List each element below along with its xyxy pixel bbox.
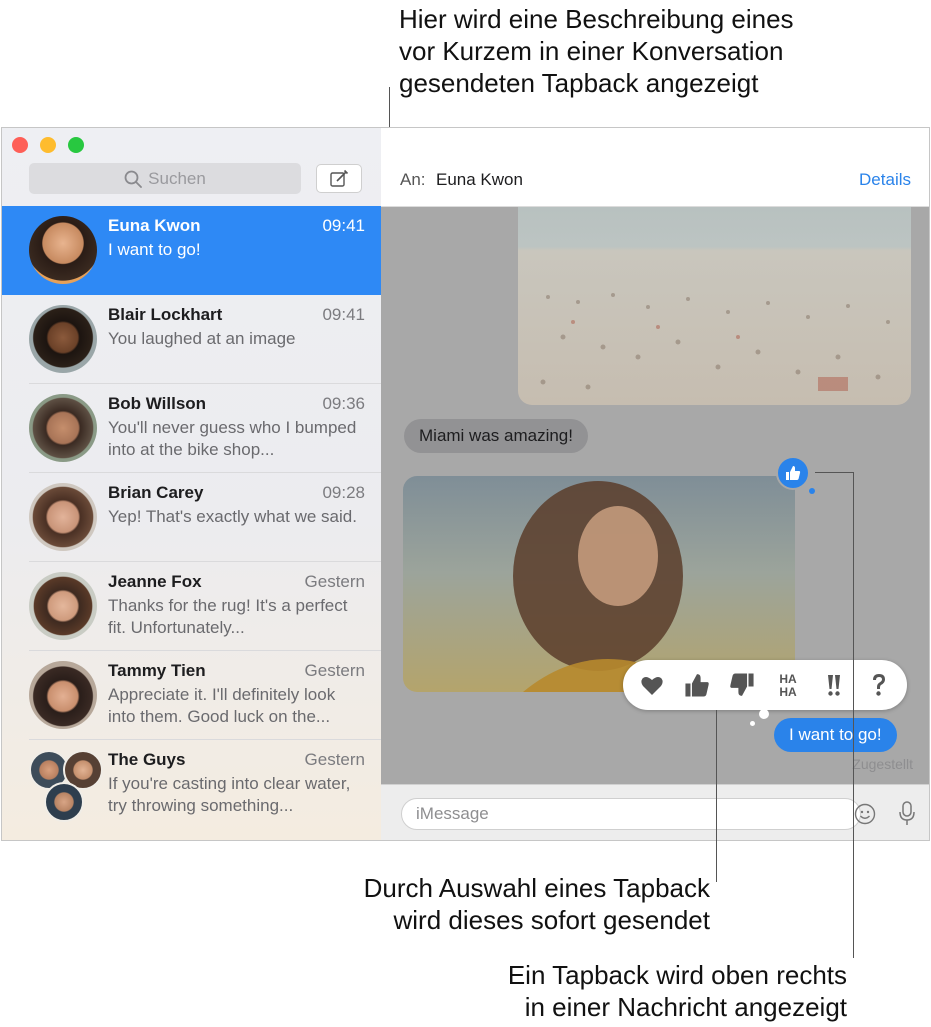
conversation-preview: Appreciate it. I'll definitely look into…	[108, 685, 336, 726]
exclamation-icon	[828, 675, 840, 696]
dictation-button[interactable]	[897, 801, 917, 827]
conversation-name: Tammy Tien	[108, 661, 206, 680]
message-input[interactable]: iMessage	[401, 798, 861, 830]
compose-icon	[330, 169, 349, 187]
avatar	[29, 661, 97, 729]
tapback-picker-tail	[759, 709, 769, 719]
delivery-status: Zugestellt	[852, 756, 913, 772]
conversation-name: Blair Lockhart	[108, 305, 223, 324]
conversation-preview: Thanks for the rug! It's a perfect fit. …	[108, 596, 348, 637]
group-avatar	[29, 750, 103, 822]
sidebar: Suchen Euna Kwon 09:41 I want to go! Bla…	[2, 128, 382, 840]
composer-bar: iMessage	[381, 784, 929, 840]
search-field[interactable]: Suchen	[29, 163, 301, 194]
conversation-row[interactable]: The Guys Gestern If you're casting into …	[2, 740, 381, 829]
chat-header: An: Euna Kwon Details	[381, 128, 929, 207]
avatar	[29, 216, 97, 284]
conversation-row[interactable]: Bob Willson 09:36 You'll never guess who…	[2, 384, 381, 473]
avatar	[29, 394, 97, 462]
conversation-row[interactable]: Tammy Tien Gestern Appreciate it. I'll d…	[2, 651, 381, 740]
conversation-preview: Yep! That's exactly what we said.	[108, 507, 357, 526]
tapback-badge-tail	[809, 488, 815, 494]
conversation-row[interactable]: Euna Kwon 09:41 I want to go!	[2, 206, 381, 295]
recipient-name[interactable]: Euna Kwon	[436, 170, 523, 190]
haha-icon: HA HA	[779, 672, 797, 699]
callout-line-1: Ein Tapback wird oben rechts	[507, 960, 847, 990]
tapback-picker: HA HA	[623, 660, 907, 710]
svg-text:HA: HA	[779, 685, 797, 699]
tapback-haha[interactable]: HA HA	[773, 670, 803, 700]
to-label: An:	[400, 170, 426, 189]
tapback-emphasize[interactable]	[819, 670, 849, 700]
conversation-name: Jeanne Fox	[108, 572, 202, 591]
compose-button[interactable]	[316, 164, 362, 193]
conversation-preview: I want to go!	[108, 240, 201, 259]
conversation-time: 09:41	[322, 216, 365, 235]
tapback-thumbs-down[interactable]	[727, 670, 757, 700]
svg-text:HA: HA	[779, 672, 797, 686]
conversation-row[interactable]: Blair Lockhart 09:41 You laughed at an i…	[2, 295, 381, 384]
smiley-icon	[854, 803, 876, 825]
microphone-icon	[899, 801, 915, 825]
callout-line-1: Hier wird eine Beschreibung eines	[399, 4, 794, 34]
callout-recent-tapback: Hier wird eine Beschreibung eines vor Ku…	[399, 3, 794, 99]
search-placeholder: Suchen	[148, 168, 206, 188]
callout-line-2: wird dieses sofort gesendet	[393, 905, 710, 935]
emoji-button[interactable]	[854, 803, 876, 825]
tapback-question[interactable]	[864, 670, 894, 700]
tapback-thumbs-up[interactable]	[682, 670, 712, 700]
conversation-time: Gestern	[304, 661, 365, 680]
beach-photo-message[interactable]	[518, 207, 911, 405]
thumbs-up-icon	[685, 674, 709, 697]
conversation-row[interactable]: Jeanne Fox Gestern Thanks for the rug! I…	[2, 562, 381, 651]
zoom-window-button[interactable]	[68, 137, 84, 153]
avatar	[29, 572, 97, 640]
incoming-message-bubble[interactable]: Miami was amazing!	[404, 419, 588, 453]
callout-leader-bottom-v	[853, 472, 854, 958]
avatar	[29, 305, 97, 373]
callout-line-1: Durch Auswahl eines Tapback	[363, 873, 710, 903]
heart-icon	[641, 677, 663, 695]
conversation-name: Euna Kwon	[108, 216, 201, 235]
search-icon	[124, 170, 143, 188]
tapback-picker-tail-dot	[750, 721, 755, 726]
callout-line-2: vor Kurzem in einer Konversation	[399, 36, 784, 66]
callout-line-3: gesendeten Tapback angezeigt	[399, 68, 759, 98]
conversation-time: Gestern	[304, 572, 365, 591]
thumbs-up-icon	[786, 466, 801, 480]
conversation-time: 09:28	[322, 483, 365, 502]
close-window-button[interactable]	[12, 137, 28, 153]
question-icon	[873, 674, 885, 696]
message-transcript: Miami was amazing! HA HA I want to go! Z…	[381, 207, 929, 784]
tapback-thumbs-up-badge[interactable]	[776, 456, 810, 490]
beach-crowd-image	[540, 293, 890, 391]
conversation-time: Gestern	[304, 750, 365, 769]
conversation-time: 09:41	[322, 305, 365, 324]
conversation-name: Bob Willson	[108, 394, 207, 413]
details-button[interactable]: Details	[859, 170, 911, 190]
callout-line-2: in einer Nachricht angezeigt	[524, 992, 847, 1022]
chat-pane: An: Euna Kwon Details Miami was amazing!…	[381, 128, 929, 840]
avatar	[44, 782, 84, 822]
thumbs-down-icon	[730, 673, 754, 696]
messages-window: Suchen Euna Kwon 09:41 I want to go! Bla…	[1, 127, 930, 841]
conversation-preview: If you're casting into clear water, try …	[108, 774, 351, 815]
avatar	[29, 483, 97, 551]
conversation-row[interactable]: Brian Carey 09:28 Yep! That's exactly wh…	[2, 473, 381, 562]
tapback-heart[interactable]	[637, 670, 667, 700]
minimize-window-button[interactable]	[40, 137, 56, 153]
conversation-preview: You'll never guess who I bumped into at …	[108, 418, 357, 459]
conversation-time: 09:36	[322, 394, 365, 413]
callout-tapback-position: Ein Tapback wird oben rechts in einer Na…	[420, 959, 847, 1023]
outgoing-message-bubble[interactable]: I want to go!	[774, 718, 897, 752]
callout-leader-middle	[716, 710, 717, 882]
conversation-name: The Guys	[108, 750, 186, 769]
conversation-preview: You laughed at an image	[108, 329, 296, 348]
callout-select-tapback: Durch Auswahl eines Tapback wird dieses …	[310, 872, 710, 936]
callout-leader-bottom-h	[815, 472, 854, 473]
conversation-name: Brian Carey	[108, 483, 204, 502]
